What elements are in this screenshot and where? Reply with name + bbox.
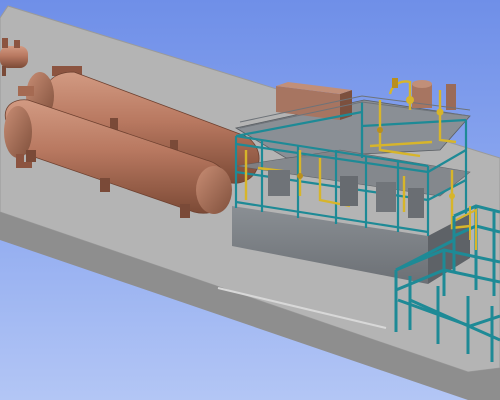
3d-model-viewport[interactable] xyxy=(0,0,500,400)
ground-slab xyxy=(0,5,500,400)
plant-3d-scene[interactable] xyxy=(0,0,500,400)
